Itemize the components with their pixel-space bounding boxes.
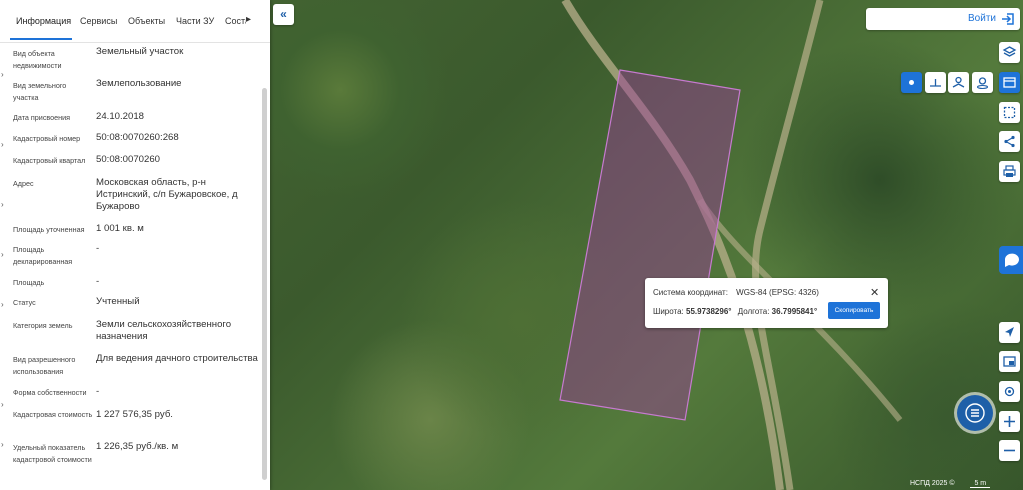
close-icon[interactable]: ✕ (870, 286, 879, 299)
row-value: - (96, 386, 100, 397)
panel-tabs: Информация Сервисы Объекты Части ЗУ Сост… (0, 0, 270, 43)
info-panel: Информация Сервисы Объекты Части ЗУ Сост… (0, 0, 270, 490)
ruler-icon (930, 79, 941, 87)
share-button[interactable] (999, 131, 1020, 152)
tab-services[interactable]: Сервисы (80, 16, 117, 26)
tab-information[interactable]: Информация (16, 16, 71, 26)
row-label: Вид разрешенного использования (13, 355, 76, 376)
row-value: Для ведения дачного строительства (96, 353, 258, 364)
latitude-value: 55.9738296° (686, 307, 732, 316)
menu-lines-icon (965, 403, 985, 423)
tab-parts[interactable]: Части ЗУ (176, 16, 214, 26)
printer-icon (1003, 165, 1016, 177)
print-button[interactable] (999, 161, 1020, 182)
chevron-right-icon[interactable]: › (1, 250, 4, 259)
row-label: Адрес (13, 179, 34, 188)
row-label: Кадастровая стоимость (13, 410, 93, 419)
row-label: Форма собственности (13, 388, 87, 397)
cadastral-quarter: 50:08:0070260 (96, 154, 161, 165)
longitude-label: Долгота: (737, 307, 770, 316)
map-attribution: НСПД 2025 © 5 m (910, 480, 991, 488)
row-label: Дата присвоения (13, 113, 71, 122)
tab-composition[interactable]: Соста (225, 16, 246, 26)
geolocation-icon (1004, 386, 1015, 397)
coordinate-system-line: Система координат: WGS-84 (EPSG: 4326) (653, 288, 819, 297)
plus-icon (1004, 416, 1015, 427)
row-value: Земельный участок (96, 46, 184, 57)
row-value: - (96, 243, 100, 254)
layers-button[interactable] (999, 42, 1020, 63)
attribution-text: НСПД 2025 © (910, 480, 955, 487)
chevron-right-icon[interactable]: › (1, 200, 4, 209)
coordinates-popup: Система координат: WGS-84 (EPSG: 4326) Ш… (645, 278, 888, 328)
select-area-button[interactable] (999, 102, 1020, 123)
coordinate-system-value: WGS-84 (EPSG: 4326) (736, 288, 819, 297)
tab-objects[interactable]: Объекты (128, 16, 165, 26)
share-icon (1004, 135, 1015, 148)
scale-bar: 5 m (970, 480, 991, 488)
address-value: Московская область, р-н Истринский, с/п … (96, 177, 238, 212)
minimap-button[interactable] (999, 351, 1020, 372)
side-panel-tab[interactable] (999, 246, 1023, 274)
coordinates-line: Широта: 55.9738296° Долгота: 36.7995841° (653, 307, 817, 316)
land-parcel-polygon (559, 69, 741, 421)
active-tab-indicator (10, 38, 72, 40)
row-label: Вид земельного участка (13, 81, 67, 102)
login-icon (1002, 13, 1014, 25)
point-tool-button[interactable] (901, 72, 922, 93)
map-mode-button[interactable] (999, 72, 1020, 93)
row-label: Площадь декларированная (13, 245, 73, 266)
chevron-right-icon[interactable]: › (1, 70, 4, 79)
status-value: Учтенный (96, 296, 140, 307)
row-value: Землепользование (96, 78, 182, 89)
row-label: Площадь (13, 278, 45, 287)
area-pin-icon (952, 76, 965, 88)
chat-bubble-icon (1004, 253, 1019, 267)
minus-icon (1004, 449, 1015, 452)
select-area-icon (1003, 106, 1016, 119)
chat-button[interactable] (957, 395, 993, 431)
map-card-icon (1003, 77, 1016, 88)
row-value: 24.10.2018 (96, 111, 145, 122)
row-label: Статус (13, 298, 36, 307)
row-label: Удельный показатель кадастровой стоимост… (13, 443, 92, 464)
row-value: - (96, 276, 100, 287)
geolocation-button[interactable] (999, 381, 1020, 402)
copy-button[interactable]: Скопировать (828, 302, 880, 319)
chevron-right-icon[interactable]: › (1, 140, 4, 149)
minimap-icon (1003, 356, 1016, 367)
row-value: Земли сельскохозяйственного назначения (96, 319, 232, 342)
navigation-arrow-icon (1005, 327, 1014, 337)
double-chevron-left-icon: « (280, 7, 287, 21)
location-button[interactable] (972, 72, 993, 93)
row-label: Категория земель (13, 321, 73, 330)
layers-icon (1002, 46, 1017, 57)
longitude-value: 36.7995841° (771, 307, 818, 316)
chevron-right-icon[interactable]: › (1, 300, 4, 309)
navigate-button[interactable] (999, 322, 1020, 343)
login-button[interactable]: Войти (866, 8, 1020, 30)
collapse-panel-button[interactable]: « (273, 4, 294, 25)
row-label: Кадастровый номер (13, 134, 81, 143)
latitude-label: Широта: (653, 307, 684, 316)
coordinate-system-label: Система координат: (653, 288, 728, 297)
chevron-right-icon[interactable]: ▸ (246, 14, 251, 25)
row-label: Вид объекта недвижимости (13, 49, 62, 70)
measure-line-button[interactable] (925, 72, 946, 93)
cadastral-number: 50:08:0070260:268 (96, 132, 179, 143)
area-value: 1 001 кв. м (96, 223, 144, 234)
chevron-right-icon[interactable]: › (1, 440, 4, 449)
zoom-out-button[interactable] (999, 440, 1020, 461)
chevron-right-icon[interactable]: › (1, 400, 4, 409)
login-label: Войти (968, 13, 996, 24)
row-label: Кадастровый квартал (13, 156, 86, 165)
measure-area-button[interactable] (948, 72, 969, 93)
location-pin-icon (976, 77, 989, 90)
row-label: Площадь уточненная (13, 225, 85, 234)
panel-scrollbar[interactable] (262, 88, 267, 480)
row-value: 1 226,35 руб./кв. м (96, 441, 179, 452)
cadastral-value: 1 227 576,35 руб. (96, 409, 173, 420)
point-icon (909, 80, 914, 85)
zoom-in-button[interactable] (999, 411, 1020, 432)
